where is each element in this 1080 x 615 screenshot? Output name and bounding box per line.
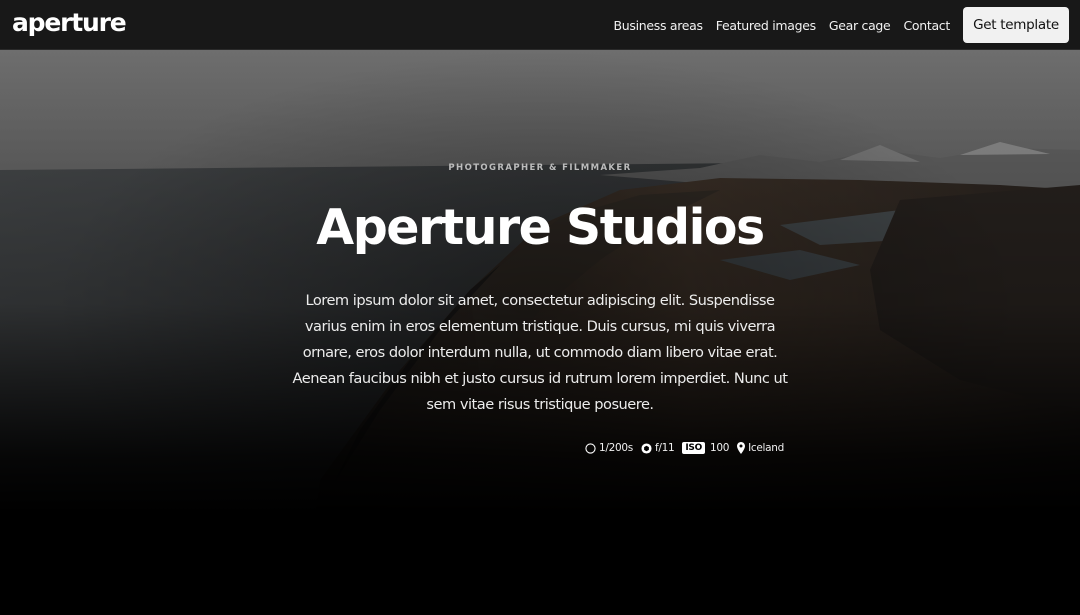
nav-link-featured-images[interactable]: Featured images: [716, 18, 816, 33]
exif-aperture-value: f/11: [654, 442, 675, 454]
hero-description: Lorem ipsum dolor sit amet, consectetur …: [292, 292, 788, 413]
location-pin-icon: [737, 442, 746, 454]
hero-content: PHOTOGRAPHER & FILMMAKER Aperture Studio…: [0, 50, 1080, 615]
shutter-speed-icon: [585, 442, 596, 454]
aperture-icon: [641, 442, 652, 454]
nav-link-business-areas[interactable]: Business areas: [613, 18, 703, 33]
exif-location: Iceland: [737, 442, 784, 454]
hero-section: PHOTOGRAPHER & FILMMAKER Aperture Studio…: [0, 50, 1080, 615]
exif-metadata: 1/200s f/11 ISO 100 Iceland: [585, 439, 784, 457]
navbar: aperture Business areas Featured images …: [0, 0, 1080, 50]
hero-eyebrow: PHOTOGRAPHER & FILMMAKER: [448, 163, 632, 173]
nav-link-contact[interactable]: Contact: [903, 18, 950, 33]
get-template-button[interactable]: Get template: [963, 7, 1069, 43]
exif-aperture: f/11: [641, 442, 675, 454]
iso-badge: ISO: [682, 442, 705, 454]
exif-iso: ISO 100: [682, 442, 729, 454]
exif-location-value: Iceland: [748, 442, 784, 454]
exif-shutter: 1/200s: [585, 442, 633, 454]
nav-link-gear-cage[interactable]: Gear cage: [829, 18, 891, 33]
brand-logo[interactable]: aperture: [12, 7, 127, 39]
exif-shutter-value: 1/200s: [599, 442, 633, 454]
exif-iso-value: 100: [709, 442, 730, 454]
primary-nav: Business areas Featured images Gear cage…: [613, 0, 950, 50]
hero-title: Aperture Studios: [316, 199, 765, 256]
